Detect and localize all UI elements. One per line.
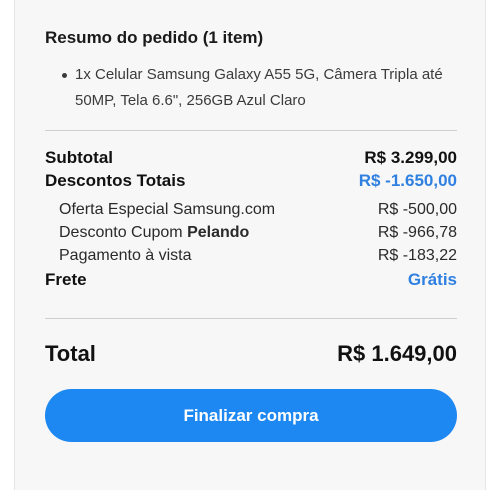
total-discounts-value: R$ -1.650,00 <box>358 171 457 190</box>
discount-label: Pagamento à vista <box>59 247 192 264</box>
subtotal-label: Subtotal <box>45 148 113 167</box>
divider <box>45 130 457 131</box>
item-description: 1x Celular Samsung Galaxy A55 5G, Câmera… <box>75 66 443 109</box>
discount-label-prefix: Desconto Cupom <box>59 224 188 241</box>
bullet-icon <box>62 73 67 78</box>
discount-value: R$ -183,22 <box>377 247 457 264</box>
order-summary-title: Resumo do pedido (1 item) <box>45 28 264 47</box>
shipping-label: Frete <box>45 270 87 289</box>
discount-label: Desconto Cupom Pelando <box>59 224 249 242</box>
discount-value: R$ -500,00 <box>377 201 457 218</box>
subtotal-row: Subtotal R$ 3.299,00 <box>45 148 457 168</box>
discount-value: R$ -966,78 <box>377 224 457 241</box>
divider <box>45 318 457 319</box>
total-discounts-label: Descontos Totais <box>45 171 186 190</box>
subtotal-value: R$ 3.299,00 <box>364 148 457 167</box>
order-items-list: 1x Celular Samsung Galaxy A55 5G, Câmera… <box>45 62 455 114</box>
discount-label: Oferta Especial Samsung.com <box>59 201 276 218</box>
checkout-button[interactable]: Finalizar compra <box>45 389 457 442</box>
total-row: Total R$ 1.649,00 <box>45 341 457 367</box>
order-summary-panel: Resumo do pedido (1 item) 1x Celular Sam… <box>14 0 486 490</box>
shipping-value: Grátis <box>407 270 457 289</box>
discount-row: Oferta Especial Samsung.com R$ -500,00 <box>59 201 457 219</box>
shipping-row: Frete Grátis <box>45 270 457 290</box>
total-discounts-row: Descontos Totais R$ -1.650,00 <box>45 171 457 191</box>
total-label: Total <box>45 341 96 366</box>
discount-row: Desconto Cupom Pelando R$ -966,78 <box>59 224 457 242</box>
total-value: R$ 1.649,00 <box>337 341 457 366</box>
list-item: 1x Celular Samsung Galaxy A55 5G, Câmera… <box>45 62 455 114</box>
coupon-name: Pelando <box>187 224 250 241</box>
discount-row: Pagamento à vista R$ -183,22 <box>59 247 457 265</box>
